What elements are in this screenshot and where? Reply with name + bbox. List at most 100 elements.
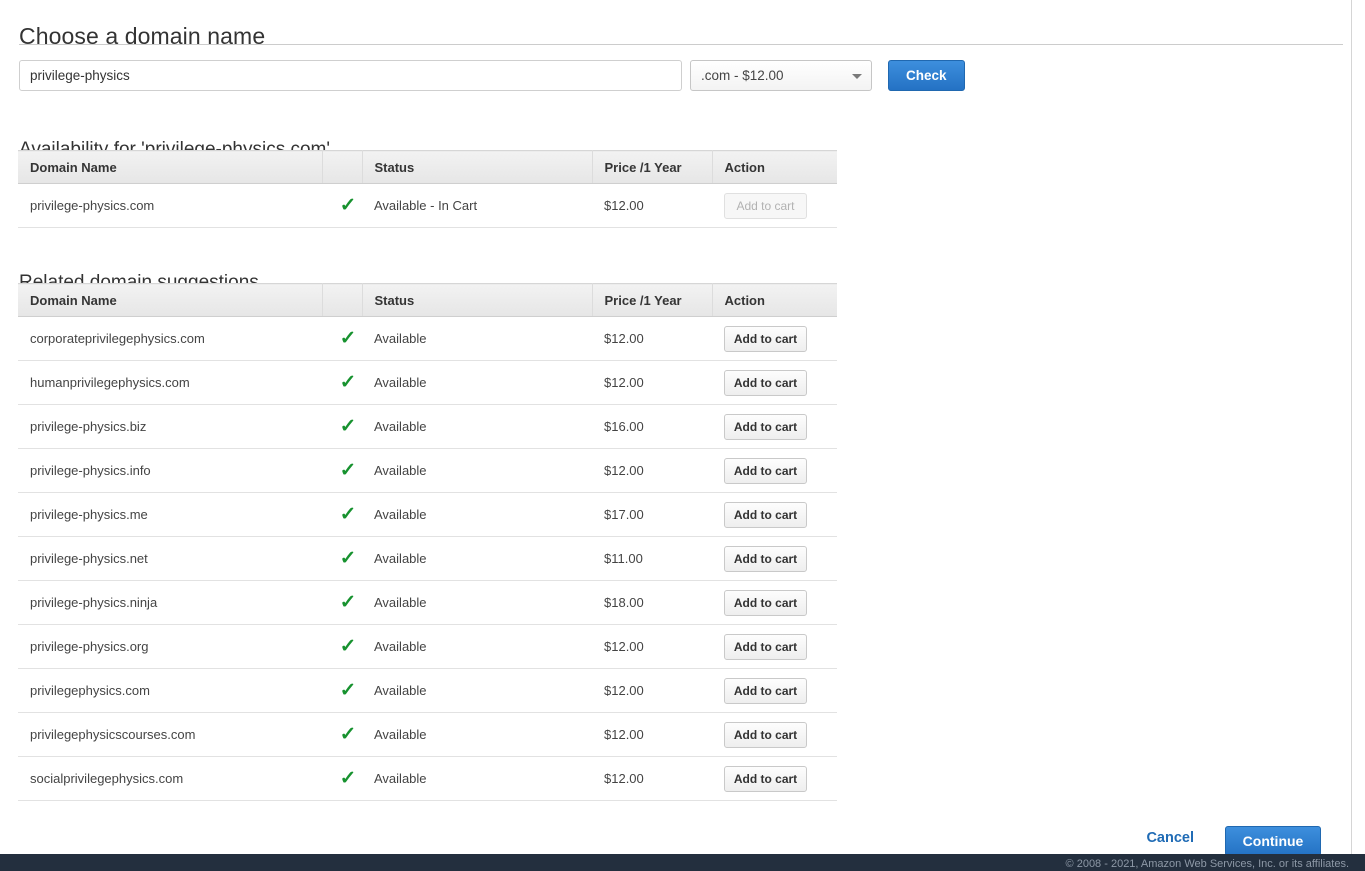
cell-status: Available bbox=[362, 624, 592, 669]
suggestions-table-body: corporateprivilegephysics.com ✓ Available $… bbox=[18, 316, 837, 801]
cell-status: Available bbox=[362, 404, 592, 449]
add-to-cart-button[interactable]: Add to cart bbox=[724, 677, 807, 704]
cell-availability-icon: ✓ bbox=[322, 712, 362, 757]
add-to-cart-button[interactable]: Add to cart bbox=[724, 369, 807, 396]
copyright-text: © 2008 - 2021, Amazon Web Services, Inc.… bbox=[1065, 858, 1349, 870]
cell-status: Available bbox=[362, 712, 592, 757]
page-frame: Choose a domain name .com - $12.00 Check… bbox=[0, 0, 1352, 854]
table-row: privilege-physics.com ✓ Available - In Car… bbox=[18, 183, 837, 228]
column-header-status: Status bbox=[362, 150, 593, 184]
cell-action: Add to cart bbox=[712, 404, 837, 449]
cell-action: Add to cart bbox=[712, 756, 837, 801]
cancel-button[interactable]: Cancel bbox=[1146, 830, 1194, 846]
table-row: privilege-physics.me ✓ Available $17.00 Add … bbox=[18, 492, 837, 537]
cell-domain-name: privilege-physics.org bbox=[18, 624, 322, 669]
table-row: privilege-physics.ninja ✓ Available $18.00 A… bbox=[18, 580, 837, 625]
cell-status: Available bbox=[362, 668, 592, 713]
cell-action: Add to cart bbox=[712, 492, 837, 537]
cell-domain-name: privilege-physics.com bbox=[18, 183, 322, 228]
column-header-icon bbox=[322, 150, 363, 184]
cell-price: $12.00 bbox=[592, 360, 712, 405]
add-to-cart-button: Add to cart bbox=[724, 192, 807, 219]
column-header-action: Action bbox=[712, 150, 837, 184]
cell-action: Add to cart bbox=[712, 580, 837, 625]
cell-domain-name: privilegephysicscourses.com bbox=[18, 712, 322, 757]
cell-availability-icon: ✓ bbox=[322, 448, 362, 493]
table-header-row: Domain Name Status Price /1 Year Action bbox=[18, 283, 837, 317]
cell-action: Add to cart bbox=[712, 360, 837, 405]
cell-price: $12.00 bbox=[592, 183, 712, 228]
tld-select[interactable]: .com - $12.00 bbox=[690, 60, 872, 91]
add-to-cart-button[interactable]: Add to cart bbox=[724, 457, 807, 484]
add-to-cart-button[interactable]: Add to cart bbox=[724, 765, 807, 792]
add-to-cart-button[interactable]: Add to cart bbox=[724, 501, 807, 528]
add-to-cart-button[interactable]: Add to cart bbox=[724, 589, 807, 616]
check-icon: ✓ bbox=[339, 372, 357, 393]
cell-action: Add to cart bbox=[712, 448, 837, 493]
add-to-cart-button[interactable]: Add to cart bbox=[724, 545, 807, 572]
column-header-domain: Domain Name bbox=[18, 283, 323, 317]
table-row: privilege-physics.org ✓ Available $12.00 Add… bbox=[18, 624, 837, 669]
cell-availability-icon: ✓ bbox=[322, 580, 362, 625]
cell-domain-name: humanprivilegephysics.com bbox=[18, 360, 322, 405]
cell-price: $12.00 bbox=[592, 712, 712, 757]
cell-availability-icon: ✓ bbox=[322, 492, 362, 537]
check-icon: ✓ bbox=[339, 592, 357, 613]
chevron-down-icon bbox=[852, 74, 862, 79]
cell-domain-name: privilege-physics.ninja bbox=[18, 580, 322, 625]
cell-domain-name: privilege-physics.info bbox=[18, 448, 322, 493]
cell-action: Add to cart bbox=[712, 316, 837, 361]
cell-price: $12.00 bbox=[592, 316, 712, 361]
table-row: privilegephysics.com ✓ Available $12.00 Add … bbox=[18, 668, 837, 713]
footer-bar: © 2008 - 2021, Amazon Web Services, Inc.… bbox=[0, 854, 1365, 871]
cell-action: Add to cart bbox=[712, 624, 837, 669]
domain-search-input[interactable] bbox=[19, 60, 682, 91]
cell-action: Add to cart bbox=[712, 712, 837, 757]
cell-price: $12.00 bbox=[592, 448, 712, 493]
check-icon: ✓ bbox=[339, 680, 357, 701]
cell-availability-icon: ✓ bbox=[322, 536, 362, 581]
cell-status: Available bbox=[362, 492, 592, 537]
column-header-icon bbox=[322, 283, 363, 317]
column-header-price: Price /1 Year bbox=[592, 150, 713, 184]
cell-availability-icon: ✓ bbox=[322, 624, 362, 669]
table-row: privilege-physics.net ✓ Available $11.00 Add… bbox=[18, 536, 837, 581]
cell-price: $12.00 bbox=[592, 624, 712, 669]
cell-price: $17.00 bbox=[592, 492, 712, 537]
check-icon: ✓ bbox=[339, 768, 357, 789]
cell-status: Available bbox=[362, 316, 592, 361]
cell-price: $18.00 bbox=[592, 580, 712, 625]
table-row: privilege-physics.biz ✓ Available $16.00 Add… bbox=[18, 404, 837, 449]
cell-domain-name: corporateprivilegephysics.com bbox=[18, 316, 322, 361]
add-to-cart-button[interactable]: Add to cart bbox=[724, 633, 807, 660]
check-availability-button[interactable]: Check bbox=[888, 60, 965, 91]
cell-domain-name: privilege-physics.me bbox=[18, 492, 322, 537]
cell-domain-name: privilegephysics.com bbox=[18, 668, 322, 713]
table-row: privilegephysicscourses.com ✓ Available $12… bbox=[18, 712, 837, 757]
column-header-price: Price /1 Year bbox=[592, 283, 713, 317]
cell-status: Available - In Cart bbox=[362, 183, 592, 228]
continue-button[interactable]: Continue bbox=[1225, 826, 1321, 854]
cell-action: Add to cart bbox=[712, 183, 837, 228]
cell-availability-icon: ✓ bbox=[322, 668, 362, 713]
column-header-status: Status bbox=[362, 283, 593, 317]
cell-availability-icon: ✓ bbox=[322, 404, 362, 449]
cell-status: Available bbox=[362, 360, 592, 405]
check-icon: ✓ bbox=[339, 504, 357, 525]
check-icon: ✓ bbox=[339, 724, 357, 745]
check-icon: ✓ bbox=[339, 636, 357, 657]
cell-price: $11.00 bbox=[592, 536, 712, 581]
table-header-row: Domain Name Status Price /1 Year Action bbox=[18, 150, 837, 184]
cell-availability-icon: ✓ bbox=[322, 183, 362, 228]
add-to-cart-button[interactable]: Add to cart bbox=[724, 721, 807, 748]
add-to-cart-button[interactable]: Add to cart bbox=[724, 325, 807, 352]
cell-status: Available bbox=[362, 580, 592, 625]
cell-status: Available bbox=[362, 448, 592, 493]
add-to-cart-button[interactable]: Add to cart bbox=[724, 413, 807, 440]
check-icon: ✓ bbox=[339, 460, 357, 481]
table-row: privilege-physics.info ✓ Available $12.00 Ad… bbox=[18, 448, 837, 493]
column-header-action: Action bbox=[712, 283, 837, 317]
cell-status: Available bbox=[362, 536, 592, 581]
cell-price: $12.00 bbox=[592, 756, 712, 801]
suggestions-table: Domain Name Status Price /1 Year Action … bbox=[18, 283, 837, 801]
